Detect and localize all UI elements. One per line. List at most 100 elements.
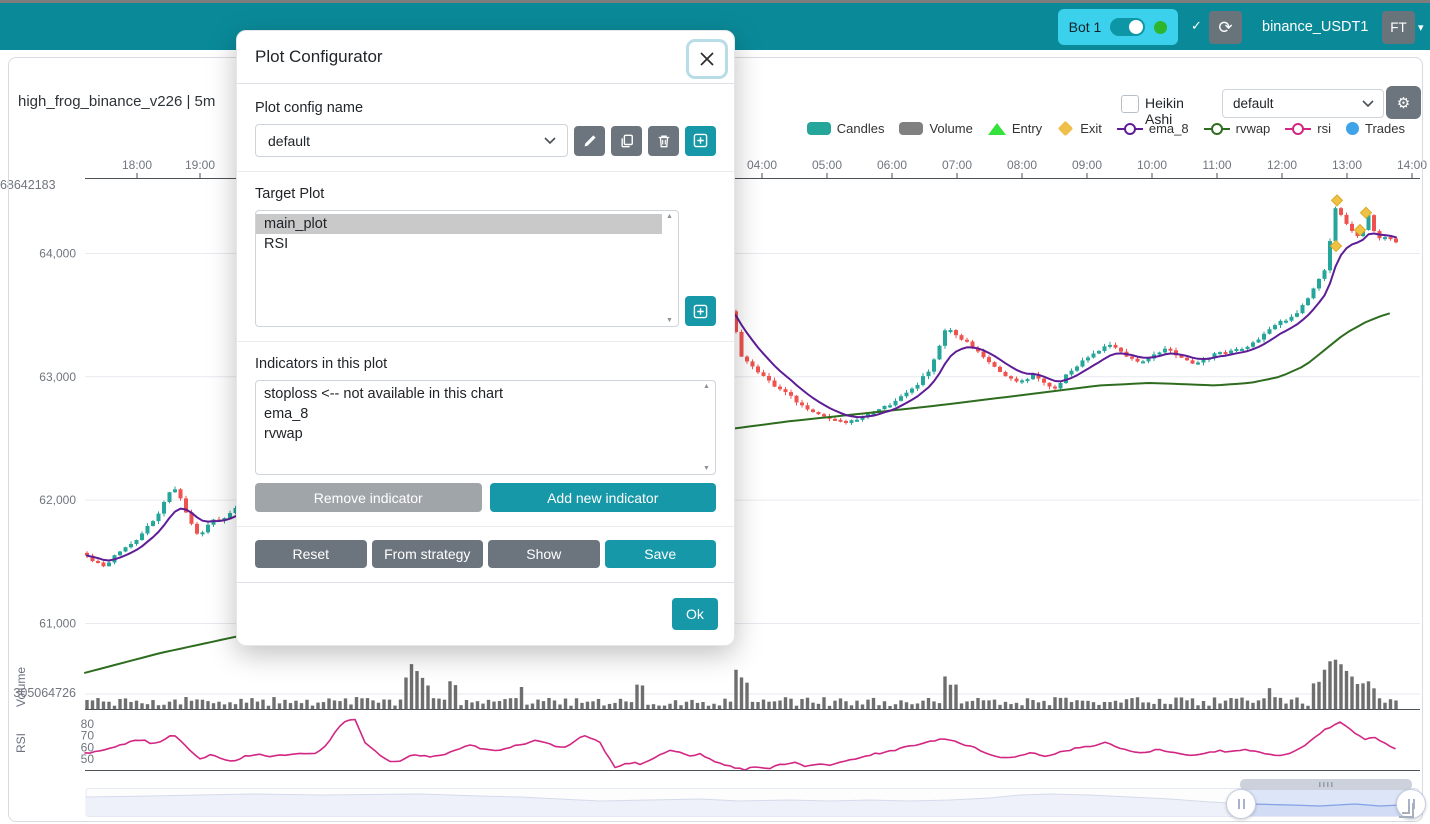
show-button[interactable]: Show [488, 540, 600, 568]
list-item[interactable]: main_plot [256, 214, 662, 234]
legend-circle-icon [1346, 122, 1359, 135]
plot-configurator-modal: Plot Configurator Plot config name defau… [236, 30, 735, 646]
legend-item-Trades[interactable]: Trades [1346, 121, 1405, 136]
scroll-down-icon: ▼ [666, 317, 673, 324]
svg-text:64,000: 64,000 [39, 246, 76, 260]
scroll-up-icon: ▲ [666, 213, 673, 220]
legend-label: Exit [1080, 121, 1102, 136]
list-item[interactable]: RSI [256, 234, 662, 254]
plot-config-gear-button[interactable]: ⚙ [1386, 86, 1421, 119]
legend-item-Entry[interactable]: Entry [988, 121, 1042, 136]
bot-toggle[interactable] [1110, 18, 1145, 36]
indicators-list[interactable]: ▲▼ stoploss <-- not available in this ch… [255, 380, 716, 475]
svg-text:63,000: 63,000 [39, 370, 76, 384]
divider [237, 526, 734, 527]
list-item[interactable]: stoploss <-- not available in this chart [256, 384, 699, 404]
legend-triangle-icon [988, 123, 1006, 135]
remove-indicator-button[interactable]: Remove indicator [255, 483, 482, 512]
check-icon: ✓ [1191, 18, 1202, 34]
plot-config-select[interactable]: default [255, 124, 568, 157]
legend-label: Volume [929, 121, 972, 136]
legend-label: rvwap [1236, 121, 1271, 136]
target-plot-list[interactable]: ▲▼ main_plotRSI [255, 210, 679, 327]
legend-label: rsi [1317, 121, 1331, 136]
svg-text:09:00: 09:00 [1072, 158, 1102, 172]
divider [237, 341, 734, 342]
plot-config-value: default [268, 133, 310, 149]
add-target-plot-button[interactable] [685, 296, 716, 326]
plot-scheme-select[interactable]: default [1222, 89, 1384, 118]
rsi-axis-title: RSI [14, 723, 28, 763]
divider [237, 171, 734, 172]
target-plot-label: Target Plot [255, 186, 716, 202]
legend-rect-icon [899, 122, 923, 135]
legend-label: Candles [837, 121, 885, 136]
navigator-left-handle[interactable] [1226, 789, 1256, 819]
svg-text:07:00: 07:00 [942, 158, 972, 172]
account-label: binance_USDT1 [1262, 19, 1368, 35]
svg-text:04:00: 04:00 [747, 158, 777, 172]
add-new-indicator-button[interactable]: Add new indicator [490, 483, 717, 512]
scroll-down-icon: ▼ [703, 465, 710, 472]
legend-line-icon [1204, 122, 1230, 136]
chart-legend: CandlesVolumeEntryExitema_8rvwaprsiTrade… [807, 121, 1405, 136]
svg-text:10:00: 10:00 [1137, 158, 1167, 172]
list-item[interactable]: rvwap [256, 424, 699, 444]
drag-grip-icon [1319, 782, 1333, 787]
navigator-resize-corner[interactable] [1399, 803, 1414, 818]
refresh-icon: ⟳ [1218, 18, 1232, 38]
legend-line-icon [1117, 122, 1143, 136]
legend-item-Volume[interactable]: Volume [899, 121, 972, 136]
list-scrollbar[interactable]: ▲▼ [663, 213, 676, 324]
legend-diamond-icon [1058, 121, 1074, 137]
heikin-ashi-label: Heikin Ashi [1145, 95, 1184, 127]
svg-text:05:00: 05:00 [812, 158, 842, 172]
legend-item-Candles[interactable]: Candles [807, 121, 885, 136]
svg-text:08:00: 08:00 [1007, 158, 1037, 172]
modal-body: Plot config name default Target Plot ▲ [237, 84, 734, 582]
svg-text:06:00: 06:00 [877, 158, 907, 172]
svg-text:50: 50 [81, 752, 95, 766]
legend-rect-icon [807, 122, 831, 135]
bot-selector[interactable]: Bot 1 [1058, 9, 1178, 45]
avatar-caret-icon: ▾ [1418, 21, 1424, 34]
trash-icon [657, 134, 671, 148]
from-strategy-button[interactable]: From strategy [372, 540, 484, 568]
window-top-strip [0, 0, 1430, 3]
list-item[interactable]: ema_8 [256, 404, 699, 424]
legend-item-rsi[interactable]: rsi [1285, 121, 1331, 136]
list-scrollbar[interactable]: ▲▼ [700, 383, 713, 472]
svg-text:068642183: 068642183 [0, 178, 56, 192]
legend-label: Trades [1365, 121, 1405, 136]
add-config-button[interactable] [685, 126, 716, 156]
svg-text:14:00: 14:00 [1397, 158, 1427, 172]
pencil-icon [583, 134, 597, 148]
close-button[interactable] [686, 39, 728, 79]
save-button[interactable]: Save [605, 540, 717, 568]
close-icon [699, 51, 715, 67]
refresh-button[interactable]: ⟳ [1209, 11, 1242, 44]
modal-title: Plot Configurator [255, 47, 383, 67]
svg-text:62,000: 62,000 [39, 493, 76, 507]
indicators-label: Indicators in this plot [255, 356, 716, 372]
duplicate-config-button[interactable] [611, 126, 642, 156]
navigator-drag-bar[interactable] [1240, 779, 1412, 790]
modal-footer: Ok [237, 582, 734, 645]
heikin-ashi-checkbox[interactable] [1121, 95, 1139, 113]
plus-square-icon [693, 304, 708, 319]
delete-config-button[interactable] [648, 126, 679, 156]
gear-icon: ⚙ [1397, 94, 1410, 112]
reset-button[interactable]: Reset [255, 540, 367, 568]
modal-header: Plot Configurator [237, 31, 734, 84]
rename-config-button[interactable] [574, 126, 605, 156]
plot-scheme-value: default [1233, 96, 1274, 111]
svg-text:18:00: 18:00 [122, 158, 152, 172]
legend-item-Exit[interactable]: Exit [1057, 121, 1102, 136]
legend-item-rvwap[interactable]: rvwap [1204, 121, 1271, 136]
bot-name-label: Bot 1 [1069, 19, 1102, 35]
avatar-initials: FT [1390, 20, 1407, 35]
svg-text:19:00: 19:00 [185, 158, 215, 172]
ok-button[interactable]: Ok [672, 598, 718, 630]
svg-text:12:00: 12:00 [1267, 158, 1297, 172]
user-avatar[interactable]: FT [1382, 11, 1415, 44]
